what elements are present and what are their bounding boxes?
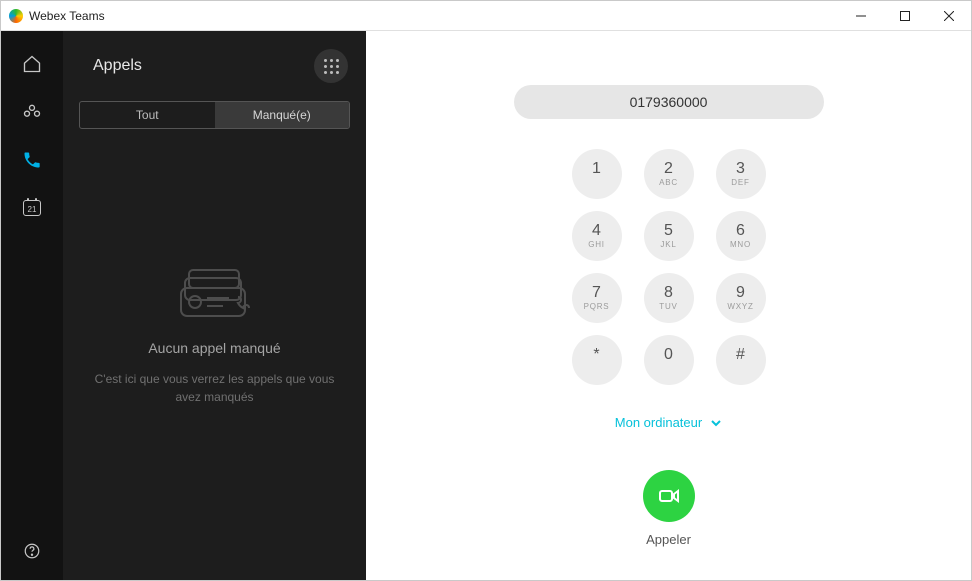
sidebar: Appels Tout Manqué(e) Aucun appel manqué… bbox=[63, 31, 366, 580]
dialpad-grid: 1 2ABC 3DEF 4GHI 5JKL 6MNO 7PQRS 8TUV 9W… bbox=[572, 149, 766, 385]
tab-missed[interactable]: Manqué(e) bbox=[215, 102, 350, 128]
call-button[interactable] bbox=[643, 470, 695, 522]
window-controls bbox=[839, 1, 971, 30]
chevron-down-icon bbox=[710, 417, 722, 429]
video-icon bbox=[657, 484, 681, 508]
key-star[interactable]: * bbox=[572, 335, 622, 385]
key-6[interactable]: 6MNO bbox=[716, 211, 766, 261]
calendar-icon: 21 bbox=[23, 200, 41, 216]
empty-heading: Aucun appel manqué bbox=[148, 340, 280, 356]
key-9[interactable]: 9WXYZ bbox=[716, 273, 766, 323]
app-title: Webex Teams bbox=[29, 9, 105, 23]
nav-home[interactable] bbox=[21, 53, 43, 75]
close-button[interactable] bbox=[927, 1, 971, 30]
tab-all[interactable]: Tout bbox=[80, 102, 215, 128]
minimize-button[interactable] bbox=[839, 1, 883, 30]
empty-cards-icon bbox=[175, 264, 255, 324]
dialpad-icon bbox=[324, 59, 339, 74]
dialer-panel: 0179360000 1 2ABC 3DEF 4GHI 5JKL 6MNO 7P… bbox=[366, 31, 971, 580]
device-selector[interactable]: Mon ordinateur bbox=[615, 415, 722, 430]
key-0[interactable]: 0 bbox=[644, 335, 694, 385]
sidebar-title: Appels bbox=[93, 57, 142, 75]
nav-help[interactable] bbox=[21, 540, 43, 562]
dialpad-button[interactable] bbox=[314, 49, 348, 83]
app-icon bbox=[9, 9, 23, 23]
key-8[interactable]: 8TUV bbox=[644, 273, 694, 323]
device-label: Mon ordinateur bbox=[615, 415, 702, 430]
key-2[interactable]: 2ABC bbox=[644, 149, 694, 199]
call-label: Appeler bbox=[646, 532, 691, 547]
key-7[interactable]: 7PQRS bbox=[572, 273, 622, 323]
nav-calendar[interactable]: 21 bbox=[21, 197, 43, 219]
key-4[interactable]: 4GHI bbox=[572, 211, 622, 261]
empty-state: Aucun appel manqué C'est ici que vous ve… bbox=[63, 129, 366, 580]
key-hash[interactable]: # bbox=[716, 335, 766, 385]
nav-calls[interactable] bbox=[21, 149, 43, 171]
call-filter-tabs: Tout Manqué(e) bbox=[79, 101, 350, 129]
key-5[interactable]: 5JKL bbox=[644, 211, 694, 261]
nav-teams[interactable] bbox=[21, 101, 43, 123]
titlebar: Webex Teams bbox=[1, 1, 971, 31]
key-3[interactable]: 3DEF bbox=[716, 149, 766, 199]
maximize-button[interactable] bbox=[883, 1, 927, 30]
number-input[interactable]: 0179360000 bbox=[514, 85, 824, 119]
empty-body: C'est ici que vous verrez les appels que… bbox=[93, 370, 336, 406]
key-1[interactable]: 1 bbox=[572, 149, 622, 199]
nav-rail: 21 bbox=[1, 31, 63, 580]
